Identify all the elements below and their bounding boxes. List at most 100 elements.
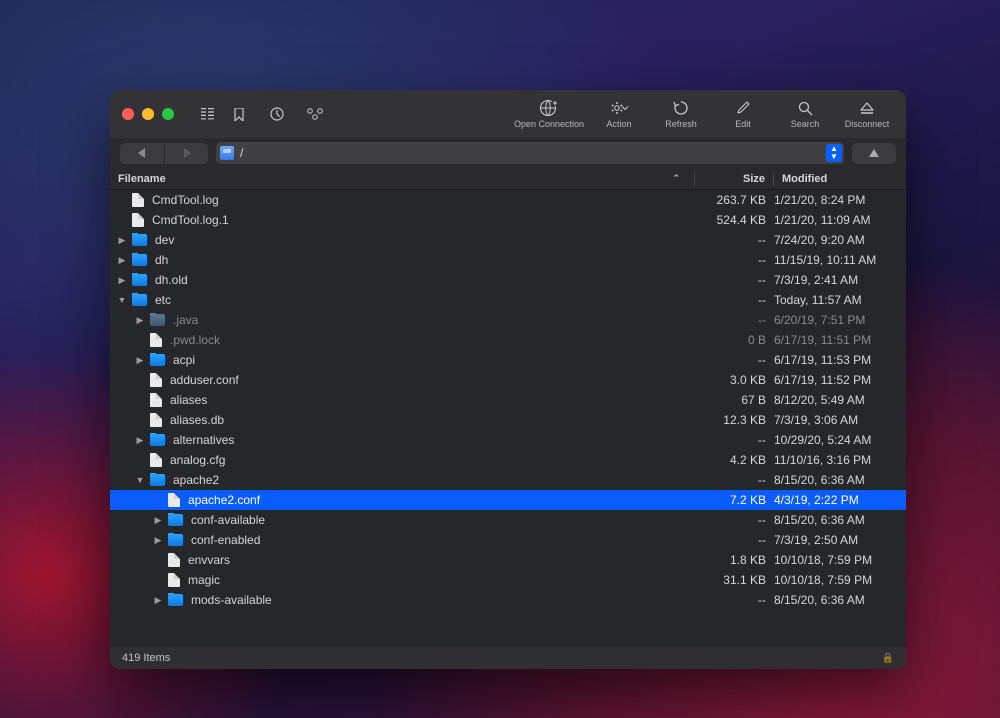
file-row[interactable]: ▶.java--6/20/19, 7:51 PM (110, 310, 906, 330)
disclosure-triangle[interactable]: ▶ (116, 235, 128, 246)
file-modified: 7/3/19, 2:41 AM (774, 273, 902, 287)
folder-icon (150, 474, 165, 486)
file-row[interactable]: ▼apache2--8/15/20, 6:36 AM (110, 470, 906, 490)
refresh-label: Refresh (665, 119, 697, 129)
file-name: dh (155, 253, 168, 267)
disclosure-triangle[interactable]: ▼ (116, 295, 128, 305)
file-row[interactable]: adduser.conf3.0 KB6/17/19, 11:52 PM (110, 370, 906, 390)
bonjour-button[interactable] (300, 103, 330, 125)
close-button[interactable] (122, 108, 134, 120)
edit-label: Edit (735, 119, 751, 129)
file-name: mods-available (191, 593, 272, 607)
disclosure-triangle[interactable]: ▶ (134, 435, 146, 446)
file-icon (150, 373, 162, 387)
file-icon (150, 333, 162, 347)
file-modified: 6/17/19, 11:52 PM (774, 373, 902, 387)
file-row[interactable]: ▶conf-available--8/15/20, 6:36 AM (110, 510, 906, 530)
minimize-button[interactable] (142, 108, 154, 120)
file-name: adduser.conf (170, 373, 239, 387)
disconnect-button[interactable]: Disconnect (840, 99, 894, 129)
file-name: apache2.conf (188, 493, 260, 507)
column-header-size[interactable]: Size (695, 173, 773, 185)
file-icon (168, 493, 180, 507)
disclosure-triangle[interactable]: ▶ (152, 535, 164, 546)
path-text: / (240, 146, 820, 160)
file-row[interactable]: analog.cfg4.2 KB11/10/16, 3:16 PM (110, 450, 906, 470)
file-modified: 10/29/20, 5:24 AM (774, 433, 902, 447)
file-row[interactable]: aliases.db12.3 KB7/3/19, 3:06 AM (110, 410, 906, 430)
file-row[interactable]: .pwd.lock0 B6/17/19, 11:51 PM (110, 330, 906, 350)
file-list[interactable]: CmdTool.log263.7 KB1/21/20, 8:24 PM CmdT… (110, 190, 906, 647)
disclosure-triangle[interactable]: ▶ (116, 255, 128, 266)
file-row[interactable]: ▶ alternatives --10/29/20, 5:24 AM (110, 430, 906, 450)
file-row[interactable]: ▶conf-enabled--7/3/19, 2:50 AM (110, 530, 906, 550)
file-size: -- (696, 273, 774, 287)
file-modified: 6/17/19, 11:53 PM (774, 353, 902, 367)
file-size: -- (696, 433, 774, 447)
file-row[interactable]: ▶dev--7/24/20, 9:20 AM (110, 230, 906, 250)
disclosure-triangle[interactable]: ▶ (134, 355, 146, 366)
file-row[interactable]: ▶dh.old--7/3/19, 2:41 AM (110, 270, 906, 290)
nav-back-button[interactable] (120, 143, 164, 164)
search-icon (798, 99, 813, 117)
file-size: 12.3 KB (696, 413, 774, 427)
sort-ascending-icon: ⌃ (672, 173, 686, 184)
traffic-lights (122, 108, 174, 120)
folder-icon (168, 594, 183, 606)
disclosure-triangle[interactable]: ▶ (134, 315, 146, 326)
file-size: 7.2 KB (696, 493, 774, 507)
maximize-button[interactable] (162, 108, 174, 120)
view-toggle-segment (192, 103, 254, 125)
file-row[interactable]: CmdTool.log.1524.4 KB1/21/20, 11:09 AM (110, 210, 906, 230)
disclosure-triangle[interactable]: ▶ (116, 275, 128, 286)
file-name: aliases.db (170, 413, 224, 427)
file-row[interactable]: aliases67 B8/12/20, 5:49 AM (110, 390, 906, 410)
disconnect-label: Disconnect (845, 119, 890, 129)
path-stepper[interactable]: ▲▼ (826, 144, 842, 162)
file-row[interactable]: apache2.conf7.2 KB4/3/19, 2:22 PM (110, 490, 906, 510)
open-connection-label: Open Connection (514, 119, 584, 129)
file-name: .java (173, 313, 198, 327)
file-size: 1.8 KB (696, 553, 774, 567)
file-name: acpi (173, 353, 195, 367)
file-name: CmdTool.log.1 (152, 213, 229, 227)
disclosure-triangle[interactable]: ▼ (134, 475, 146, 485)
refresh-button[interactable]: Refresh (654, 99, 708, 129)
path-field[interactable]: / ▲▼ (216, 142, 844, 164)
file-name: envvars (188, 553, 230, 567)
file-size: 0 B (696, 333, 774, 347)
lock-icon: 🔒 (882, 653, 894, 664)
file-row[interactable]: ▼etc--Today, 11:57 AM (110, 290, 906, 310)
column-header-modified[interactable]: Modified (774, 173, 902, 185)
search-label: Search (791, 119, 820, 129)
go-up-button[interactable] (852, 143, 896, 164)
file-size: -- (696, 473, 774, 487)
refresh-icon (673, 99, 689, 117)
disclosure-triangle[interactable]: ▶ (152, 515, 164, 526)
history-button[interactable] (262, 103, 292, 125)
open-connection-button[interactable]: Open Connection (514, 99, 584, 129)
file-row[interactable]: magic31.1 KB10/10/18, 7:59 PM (110, 570, 906, 590)
file-modified: 1/21/20, 8:24 PM (774, 193, 902, 207)
file-modified: 1/21/20, 11:09 AM (774, 213, 902, 227)
file-row[interactable]: envvars1.8 KB10/10/18, 7:59 PM (110, 550, 906, 570)
file-row[interactable]: ▶acpi--6/17/19, 11:53 PM (110, 350, 906, 370)
nav-forward-button[interactable] (164, 143, 208, 164)
file-icon (150, 453, 162, 467)
column-header-filename[interactable]: Filename ⌃ (110, 173, 694, 185)
file-modified: 8/15/20, 6:36 AM (774, 473, 902, 487)
outline-view-button[interactable] (192, 103, 222, 125)
file-row[interactable]: CmdTool.log263.7 KB1/21/20, 8:24 PM (110, 190, 906, 210)
file-row[interactable]: ▶dh--11/15/19, 10:11 AM (110, 250, 906, 270)
file-name: alternatives (173, 433, 234, 447)
search-button[interactable]: Search (778, 99, 832, 129)
file-icon (150, 393, 162, 407)
file-row[interactable]: ▶mods-available--8/15/20, 6:36 AM (110, 590, 906, 610)
action-button[interactable]: Action (592, 99, 646, 129)
disclosure-triangle[interactable]: ▶ (152, 595, 164, 606)
file-size: -- (696, 253, 774, 267)
file-size: 4.2 KB (696, 453, 774, 467)
file-name: conf-available (191, 513, 265, 527)
bookmarks-view-button[interactable] (224, 103, 254, 125)
edit-button[interactable]: Edit (716, 99, 770, 129)
